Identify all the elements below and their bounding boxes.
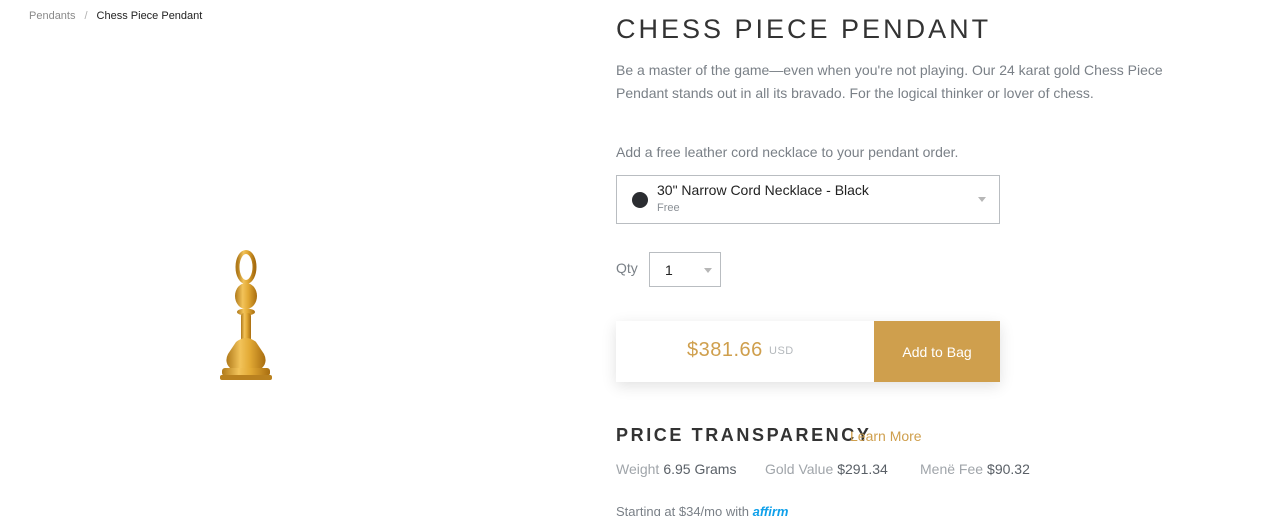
weight-metric: Weight 6.95 Grams <box>616 461 736 477</box>
weight-label: Weight <box>616 461 660 477</box>
cord-selected-name: 30" Narrow Cord Necklace - Black <box>657 182 869 198</box>
financing-text: Starting at $34/mo with <box>616 504 749 516</box>
mene-fee-amount: $90.32 <box>987 461 1030 477</box>
financing-line: Starting at $34/mo with affirm <box>616 504 788 516</box>
cord-necklace-select[interactable]: 30" Narrow Cord Necklace - Black Free <box>616 175 1000 224</box>
product-description: Be a master of the game—even when you're… <box>616 62 1163 101</box>
price-currency: USD <box>769 345 794 357</box>
product-image[interactable] <box>210 250 280 385</box>
breadcrumb-separator: / <box>84 10 88 22</box>
purchase-box: $381.66 USD Add to Bag <box>616 321 1000 382</box>
affirm-logo[interactable]: affirm <box>753 504 789 516</box>
product-price: $381.66 <box>687 339 763 361</box>
color-swatch-icon <box>632 192 648 208</box>
cord-selected-price: Free <box>657 202 680 214</box>
mene-fee-label: Menë Fee <box>920 461 984 477</box>
cord-offer-label: Add a free leather cord necklace to your… <box>616 144 959 160</box>
add-to-bag-button[interactable]: Add to Bag <box>874 321 1000 382</box>
breadcrumb-link-pendants[interactable]: Pendants <box>29 10 75 22</box>
qty-label: Qty <box>616 260 638 276</box>
gold-value-amount: $291.34 <box>837 461 888 477</box>
chevron-down-icon <box>704 268 712 273</box>
quantity-select[interactable]: 1 <box>649 252 721 287</box>
price-transparency-heading: PRICE TRANSPARENCY <box>616 425 872 445</box>
mene-fee-metric: Menë Fee $90.32 <box>920 461 1030 477</box>
quantity-value: 1 <box>665 262 673 278</box>
weight-value: 6.95 Grams <box>663 461 737 477</box>
chess-pawn-pendant-icon <box>220 250 272 380</box>
chevron-down-icon <box>978 197 986 202</box>
breadcrumb: Pendants / Chess Piece Pendant <box>29 10 202 22</box>
breadcrumb-current: Chess Piece Pendant <box>96 10 203 22</box>
learn-more-link[interactable]: Learn More <box>850 428 922 444</box>
page-title: CHESS PIECE PENDANT <box>616 14 992 44</box>
gold-value-metric: Gold Value $291.34 <box>765 461 888 477</box>
gold-value-label: Gold Value <box>765 461 834 477</box>
